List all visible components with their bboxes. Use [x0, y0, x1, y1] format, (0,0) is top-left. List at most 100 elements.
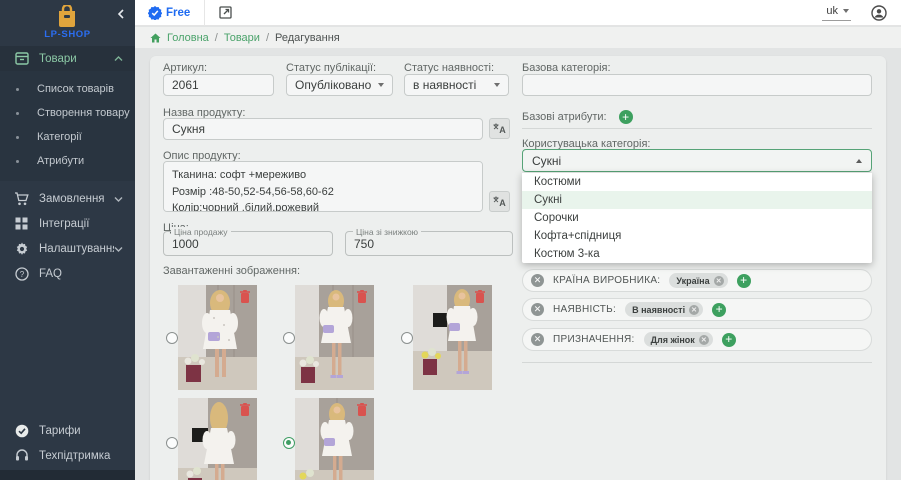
delete-image-icon[interactable]	[240, 290, 250, 303]
chevron-down-icon	[494, 83, 500, 87]
image-radio-4[interactable]	[166, 437, 178, 449]
sidebar-footer-strip	[0, 470, 135, 480]
product-image-4	[178, 398, 257, 480]
remove-value-icon[interactable]	[699, 335, 709, 345]
remove-attribute-icon[interactable]	[531, 333, 544, 346]
topbar-right: uk	[822, 4, 887, 21]
topbar-divider	[204, 0, 205, 26]
sub-item-label: Категорії	[37, 131, 82, 143]
images-section-label: Завантаженні зображення:	[163, 265, 300, 277]
remove-attribute-icon[interactable]	[531, 274, 544, 287]
chevron-down-icon	[114, 196, 123, 202]
language-select[interactable]: uk	[822, 4, 851, 21]
product-name-input[interactable]	[163, 118, 483, 140]
remove-value-icon[interactable]	[714, 276, 724, 286]
discount-price-legend: Ціна зі знижкою	[353, 227, 421, 237]
sidebar: LP-SHOP Товари Список товарів Створення …	[0, 0, 135, 480]
attribute-name: ПРИЗНАЧЕННЯ:	[553, 334, 635, 345]
account-button[interactable]	[871, 5, 887, 21]
bullet-icon	[16, 88, 19, 91]
image-radio-5[interactable]	[283, 437, 295, 449]
base-category-label: Базова категорія:	[522, 62, 611, 74]
open-storefront-button[interactable]	[219, 6, 232, 19]
product-image-2	[295, 285, 374, 390]
sale-price-field[interactable]: Ціна продажу 1000	[163, 231, 333, 256]
availability-status-select[interactable]: в наявності	[404, 74, 509, 96]
attribute-row-purpose: ПРИЗНАЧЕННЯ: Для жінок	[522, 328, 872, 351]
publication-status-select[interactable]: Опубліковано	[286, 74, 393, 96]
delete-image-icon[interactable]	[240, 403, 250, 416]
topbar: Free uk	[135, 0, 901, 26]
sidebar-spacer	[0, 286, 135, 418]
svg-text:?: ?	[19, 270, 24, 279]
publication-status-value: Опубліковано	[295, 78, 378, 92]
image-radio-2[interactable]	[283, 332, 295, 344]
main-content: Артикул: Статус публікації: Опубліковано…	[135, 48, 901, 480]
description-textarea[interactable]: Тканина: софт +мереживо Розмір :48-50,52…	[163, 161, 483, 212]
chevron-down-icon	[378, 83, 384, 87]
shop-bag-icon	[56, 5, 78, 28]
publication-status-label: Статус публікації:	[286, 62, 376, 74]
plan-badge[interactable]: Free	[148, 6, 190, 20]
language-value: uk	[826, 5, 838, 17]
sidebar-item-label: Тарифи	[39, 425, 123, 437]
remove-value-icon[interactable]	[689, 305, 699, 315]
category-option-kostiumy[interactable]: Костюми	[522, 173, 872, 191]
sale-price-legend: Ціна продажу	[171, 227, 231, 237]
custom-category-select[interactable]: Сукні	[522, 149, 872, 172]
sku-input[interactable]	[163, 74, 274, 96]
image-radio-3[interactable]	[401, 332, 413, 344]
sidebar-item-support[interactable]: Техпідтримка	[0, 443, 135, 468]
sidebar-item-attributes[interactable]: Атрибути	[0, 149, 135, 173]
sidebar-item-faq[interactable]: ? FAQ	[0, 261, 135, 286]
sidebar-item-categories[interactable]: Категорії	[0, 125, 135, 149]
attribute-row-availability: НАЯВНІСТЬ: В наявності	[522, 298, 872, 321]
breadcrumb-home[interactable]: Головна	[167, 32, 209, 44]
sidebar-item-products[interactable]: Товари	[0, 46, 135, 71]
sidebar-item-products-list[interactable]: Список товарів	[0, 77, 135, 101]
image-radio-1[interactable]	[166, 332, 178, 344]
attribute-value: В наявності	[632, 305, 685, 315]
sidebar-item-settings[interactable]: Налаштування	[0, 236, 135, 261]
category-option-kostium-3ka[interactable]: Костюм 3-ка	[522, 245, 872, 263]
category-option-sorochky[interactable]: Сорочки	[522, 209, 872, 227]
cart-icon	[14, 191, 29, 206]
verified-seal-icon	[148, 6, 162, 20]
sidebar-item-orders[interactable]: Замовлення	[0, 186, 135, 211]
add-value-icon[interactable]	[722, 333, 736, 347]
chevron-up-icon	[114, 56, 123, 62]
sidebar-item-tariffs[interactable]: Тарифи	[0, 418, 135, 443]
discount-price-field[interactable]: Ціна зі знижкою 750	[345, 231, 513, 256]
products-submenu: Список товарів Створення товару Категорі…	[0, 71, 135, 181]
add-base-attribute-icon[interactable]	[619, 110, 633, 124]
breadcrumb-separator: /	[266, 32, 269, 44]
translate-name-button[interactable]: A	[489, 118, 510, 139]
delete-image-icon[interactable]	[357, 290, 367, 303]
category-dropdown: Костюми Сукні Сорочки Кофта+спідниця Кос…	[522, 173, 872, 263]
delete-image-icon[interactable]	[475, 290, 485, 303]
delete-image-icon[interactable]	[357, 403, 367, 416]
breadcrumb-products[interactable]: Товари	[224, 32, 260, 44]
remove-attribute-icon[interactable]	[531, 303, 544, 316]
sidebar-item-product-create[interactable]: Створення товару	[0, 101, 135, 125]
bullet-icon	[16, 160, 19, 163]
base-category-input[interactable]	[522, 74, 872, 96]
category-option-kofta-spidnytsia[interactable]: Кофта+спідниця	[522, 227, 872, 245]
attribute-name: НАЯВНІСТЬ:	[553, 304, 616, 315]
translate-icon: A	[493, 196, 506, 207]
svg-text:A: A	[499, 125, 506, 134]
sidebar-logo: LP-SHOP	[0, 0, 135, 46]
add-value-icon[interactable]	[737, 274, 751, 288]
sidebar-item-integrations[interactable]: Інтеграції	[0, 211, 135, 236]
add-value-icon[interactable]	[712, 303, 726, 317]
divider	[522, 128, 872, 129]
attribute-value-chip: В наявності	[625, 302, 703, 317]
sidebar-item-label: FAQ	[39, 268, 123, 280]
translate-description-button[interactable]: A	[489, 191, 510, 212]
attribute-name: КРАЇНА ВИРОБНИКА:	[553, 275, 660, 286]
custom-category-value: Сукні	[532, 154, 856, 168]
logo-title: LP-SHOP	[0, 29, 135, 40]
sidebar-collapse-icon[interactable]	[117, 9, 125, 19]
base-attributes-row: Базові атрибути:	[522, 110, 633, 124]
category-option-sukni[interactable]: Сукні	[522, 191, 872, 209]
